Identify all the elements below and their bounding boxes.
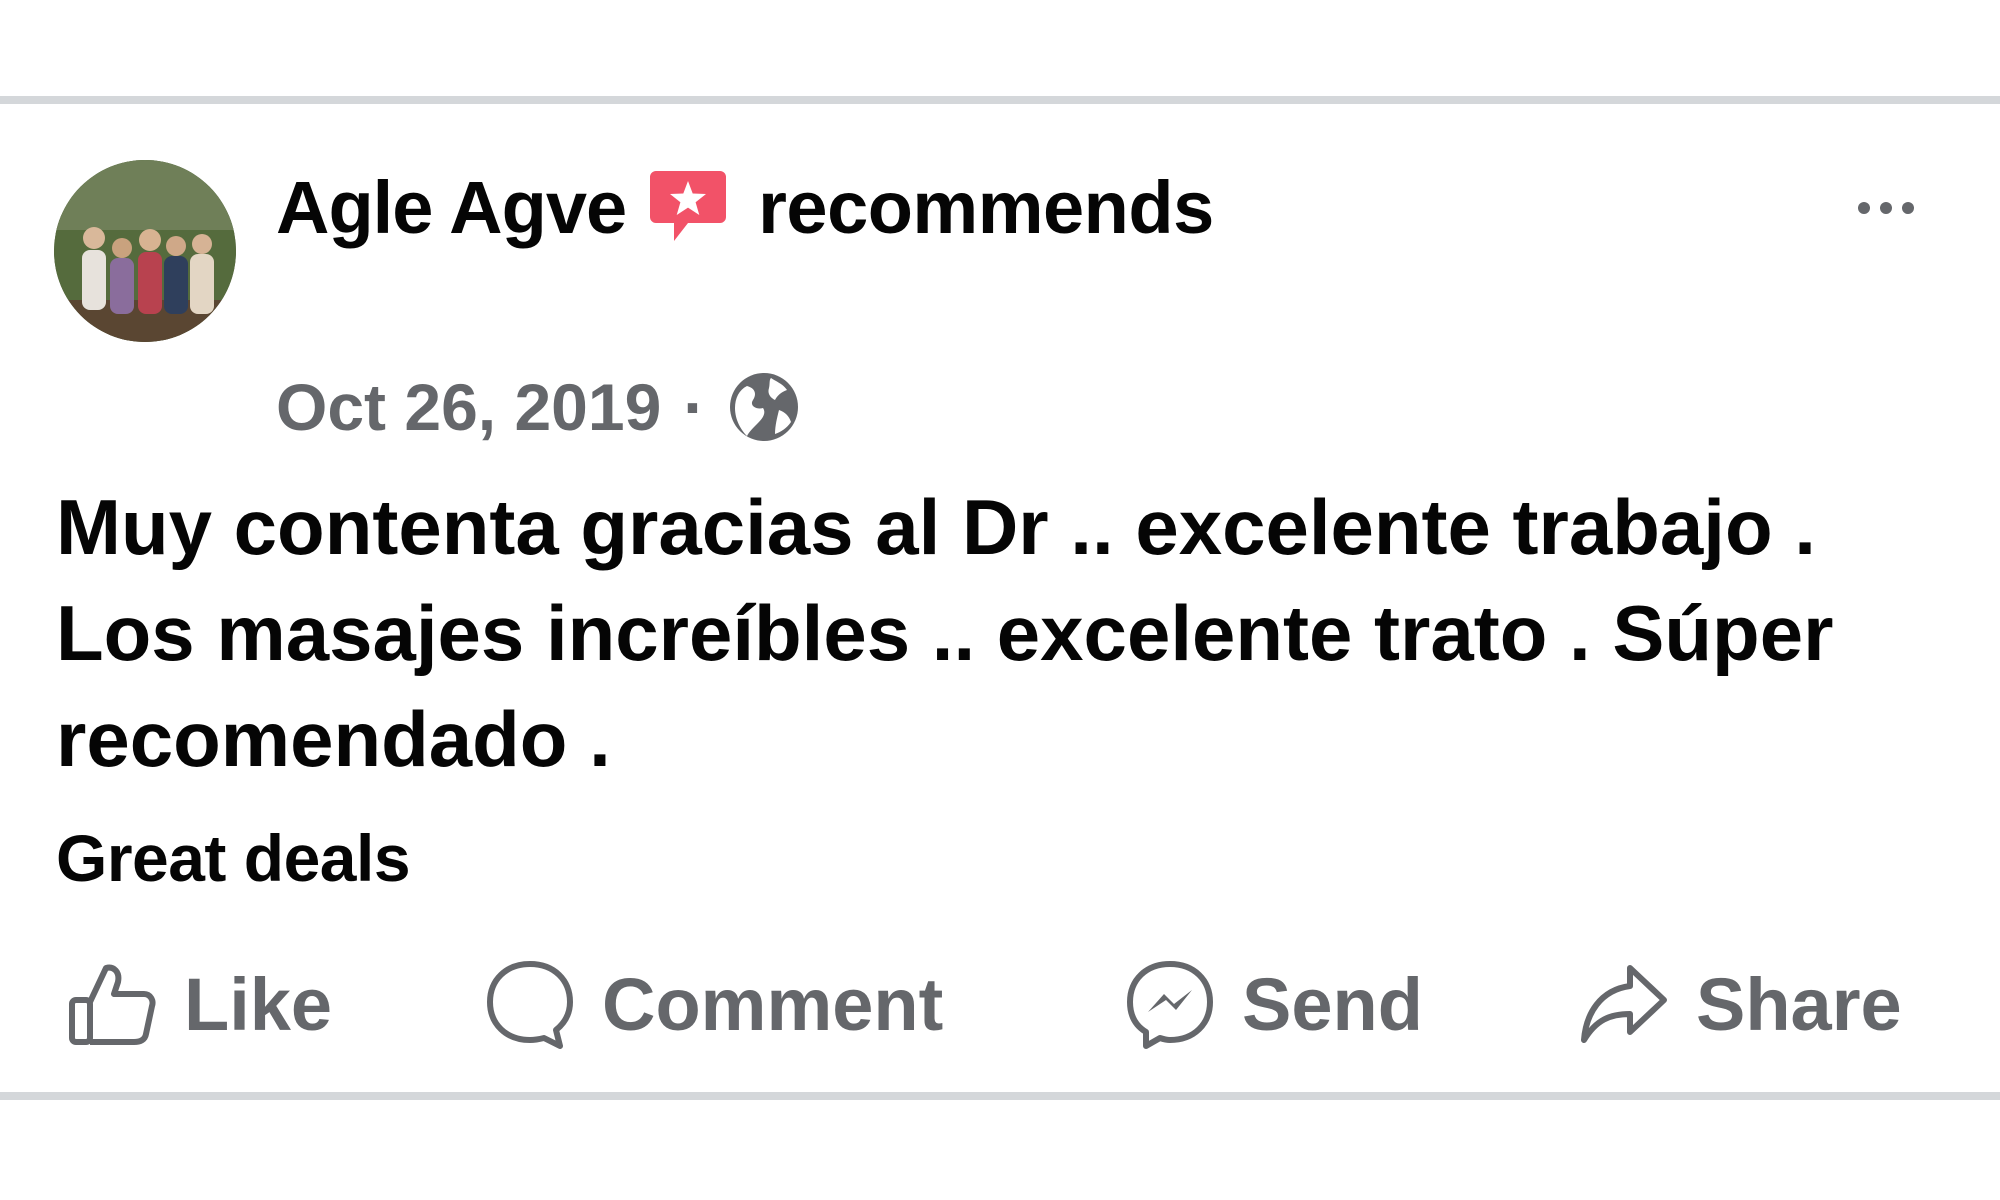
comment-button[interactable]: Comment <box>484 944 943 1064</box>
meta-separator: · <box>683 370 706 444</box>
recommends-label: recommends <box>758 165 1214 249</box>
globe-icon[interactable] <box>727 370 801 444</box>
comment-label: Comment <box>602 962 944 1046</box>
send-button[interactable]: Send <box>1124 944 1423 1064</box>
like-label: Like <box>184 962 333 1046</box>
more-horizontal-icon <box>1858 202 1914 214</box>
more-options-button[interactable] <box>1858 188 1938 228</box>
post-date[interactable]: Oct 26, 2019 <box>276 369 661 445</box>
recommendation-tag: Great deals <box>56 821 411 895</box>
post-actions: Like Comment Send Share <box>56 944 1936 1064</box>
recommend-star-icon <box>648 167 728 247</box>
share-button[interactable]: Share <box>1578 944 1902 1064</box>
top-divider <box>0 96 2000 104</box>
bottom-divider <box>0 1092 2000 1100</box>
share-label: Share <box>1696 962 1902 1046</box>
comment-bubble-icon <box>487 961 573 1049</box>
send-label: Send <box>1242 962 1423 1046</box>
share-arrow-icon <box>1581 965 1667 1043</box>
like-button[interactable]: Like <box>66 944 332 1064</box>
author-name[interactable]: Agle Agve <box>276 165 627 250</box>
post-card: Agle Agve recommends Oct 26, 2019 · Muy … <box>0 104 2000 1092</box>
post-header: Agle Agve recommends <box>276 162 1214 252</box>
avatar[interactable] <box>54 160 236 342</box>
thumbs-up-icon <box>69 964 156 1045</box>
messenger-icon <box>1127 961 1213 1049</box>
post-meta: Oct 26, 2019 · <box>276 362 801 452</box>
post-body: Muy contenta gracias al Dr .. excelente … <box>56 483 1834 783</box>
avatar-photo <box>54 160 236 342</box>
